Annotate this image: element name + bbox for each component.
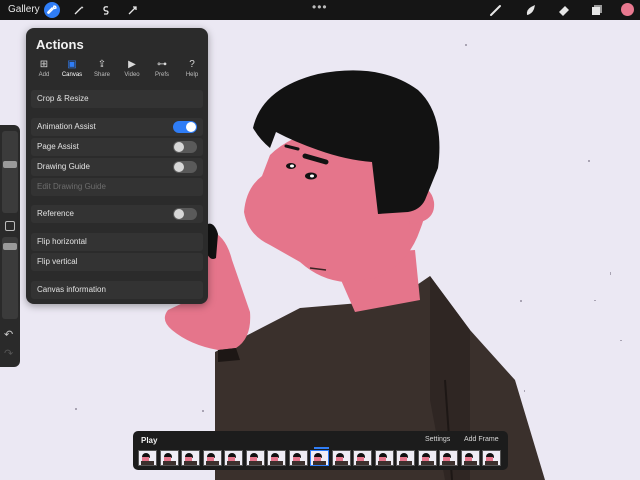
eraser-icon[interactable] xyxy=(557,3,571,17)
frame-thumbnail[interactable] xyxy=(245,450,265,466)
flip-vertical-item[interactable]: Flip vertical xyxy=(31,253,203,271)
frame-thumbnail[interactable] xyxy=(331,450,351,466)
smudge-icon[interactable] xyxy=(524,3,538,17)
canvas-information-item[interactable]: Canvas information xyxy=(31,281,203,299)
settings-button[interactable]: Settings xyxy=(425,436,450,443)
brush-size-thumb[interactable] xyxy=(3,161,17,168)
animation-timeline: Play Settings Add Frame xyxy=(133,431,508,470)
more-options-icon[interactable]: ••• xyxy=(312,0,328,14)
frame-strip xyxy=(138,450,504,466)
frame-thumbnail[interactable] xyxy=(417,450,437,466)
add-icon: ⊞ xyxy=(39,59,49,70)
toggle-icon: ⊶ xyxy=(157,59,167,70)
flip-horizontal-item[interactable]: Flip horizontal xyxy=(31,233,203,251)
magic-wand-icon[interactable] xyxy=(71,2,87,18)
layers-icon[interactable] xyxy=(590,3,604,17)
brush-icon[interactable] xyxy=(489,3,503,17)
opacity-thumb[interactable] xyxy=(3,243,17,250)
redo-icon[interactable]: ↷ xyxy=(4,347,13,360)
crop-resize-item[interactable]: Crop & Resize xyxy=(31,90,203,108)
frame-thumbnail[interactable] xyxy=(353,450,372,466)
selection-icon[interactable] xyxy=(98,2,114,18)
page-assist-toggle[interactable] xyxy=(173,141,197,153)
tab-canvas[interactable]: ▣ Canvas xyxy=(58,59,86,78)
undo-icon[interactable]: ↶ xyxy=(4,328,13,341)
drawing-guide-toggle[interactable] xyxy=(173,161,197,173)
reference-toggle[interactable] xyxy=(173,208,197,220)
tab-add[interactable]: ⊞ Add xyxy=(30,59,58,78)
frame-thumbnail[interactable] xyxy=(374,450,394,466)
animation-assist-toggle[interactable] xyxy=(173,121,197,133)
frame-thumbnail[interactable] xyxy=(202,450,222,466)
left-sidebar: ↶ ↷ xyxy=(0,125,20,367)
animation-assist-item: Animation Assist xyxy=(31,118,203,136)
wrench-icon[interactable] xyxy=(44,2,60,18)
tab-help[interactable]: ? Help xyxy=(178,59,206,78)
help-icon: ? xyxy=(189,59,195,70)
frame-thumbnail[interactable] xyxy=(288,450,308,466)
frame-thumbnail[interactable] xyxy=(224,450,243,466)
frame-thumbnail[interactable] xyxy=(159,450,179,466)
frame-thumbnail[interactable] xyxy=(267,450,286,466)
actions-tabs: ⊞ Add ▣ Canvas ⇪ Share ▶ Video ⊶ Prefs ?… xyxy=(30,59,204,81)
gallery-button[interactable]: Gallery xyxy=(8,4,40,15)
current-frame-indicator xyxy=(314,447,329,449)
frame-thumbnail[interactable] xyxy=(181,450,200,466)
brush-size-slider[interactable] xyxy=(2,131,18,213)
tab-prefs[interactable]: ⊶ Prefs xyxy=(148,59,176,78)
drawing-guide-item: Drawing Guide xyxy=(31,158,203,176)
frame-thumbnail[interactable] xyxy=(396,450,415,466)
panel-title: Actions xyxy=(36,37,84,52)
top-toolbar: Gallery ••• xyxy=(0,0,640,20)
opacity-slider[interactable] xyxy=(2,237,18,319)
page-assist-item: Page Assist xyxy=(31,138,203,156)
frame-thumbnail[interactable] xyxy=(138,450,157,466)
frame-thumbnail[interactable] xyxy=(482,450,501,466)
share-icon: ⇪ xyxy=(97,59,107,70)
actions-panel: Actions ⊞ Add ▣ Canvas ⇪ Share ▶ Video ⊶… xyxy=(26,28,208,304)
tab-share[interactable]: ⇪ Share xyxy=(88,59,116,78)
video-icon: ▶ xyxy=(128,59,136,70)
frame-thumbnail[interactable] xyxy=(310,450,329,466)
frame-thumbnail[interactable] xyxy=(460,450,480,466)
color-picker-button[interactable] xyxy=(621,3,634,16)
add-frame-button[interactable]: Add Frame xyxy=(464,436,499,443)
play-button[interactable]: Play xyxy=(141,436,157,445)
modify-button[interactable] xyxy=(5,221,15,231)
canvas-icon: ▣ xyxy=(67,59,77,70)
transform-icon[interactable] xyxy=(125,2,141,18)
frame-thumbnail[interactable] xyxy=(439,450,458,466)
tab-video[interactable]: ▶ Video xyxy=(118,59,146,78)
edit-drawing-guide-item: Edit Drawing Guide xyxy=(31,178,203,196)
reference-item: Reference xyxy=(31,205,203,223)
